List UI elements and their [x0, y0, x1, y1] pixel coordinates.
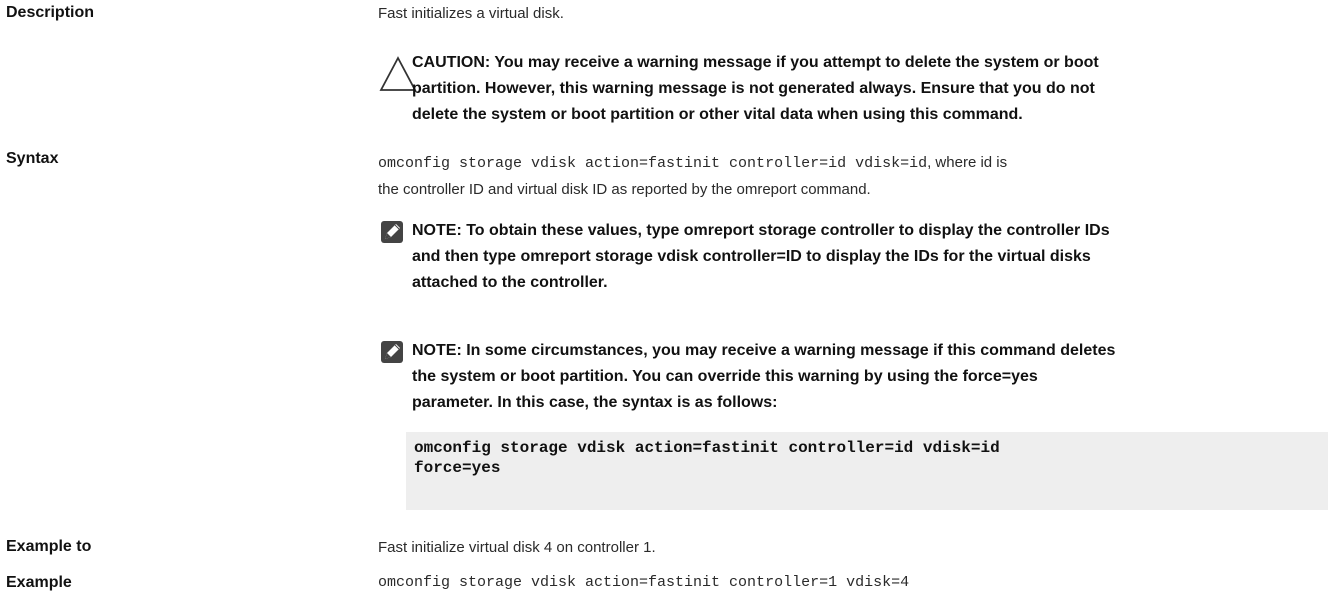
syntax-text-after: , where id is — [927, 154, 1008, 171]
caution-line-3: delete the system or boot partition or o… — [412, 106, 1023, 123]
syntax-text: omconfig storage vdisk action=fastinit c… — [378, 150, 1007, 203]
note-2-line-1: NOTE: In some circumstances, you may rec… — [412, 342, 1116, 359]
syntax-label: Syntax — [6, 150, 59, 167]
description-text: Fast initializes a virtual disk. — [378, 5, 564, 22]
code-line-2: force=yes — [414, 459, 501, 477]
syntax-line-2: the controller ID and virtual disk ID as… — [378, 181, 871, 198]
pencil-note-icon — [381, 221, 403, 243]
note-1: NOTE: To obtain these values, type omrep… — [412, 218, 1332, 296]
syntax-code-block: omconfig storage vdisk action=fastinit c… — [406, 432, 1328, 510]
syntax-line-1: omconfig storage vdisk action=fastinit c… — [378, 150, 1007, 177]
code-line-1: omconfig storage vdisk action=fastinit c… — [414, 439, 1000, 457]
caution-notice: CAUTION: You may receive a warning messa… — [412, 50, 1332, 128]
example-to-label: Example to — [6, 538, 92, 555]
note-1-line-1: NOTE: To obtain these values, type omrep… — [412, 222, 1110, 239]
description-label: Description — [6, 4, 95, 21]
example-to-text: Fast initialize virtual disk 4 on contro… — [378, 539, 656, 556]
note-1-line-2: and then type omreport storage vdisk con… — [412, 248, 1091, 265]
caution-line-2: partition. However, this warning message… — [412, 80, 1095, 97]
syntax-command: omconfig storage vdisk action=fastinit c… — [378, 155, 928, 172]
pencil-note-icon — [381, 341, 403, 363]
note-2-line-2: the system or boot partition. You can ov… — [412, 368, 1038, 385]
note-1-line-3: attached to the controller. — [412, 274, 608, 291]
note-2: NOTE: In some circumstances, you may rec… — [412, 338, 1332, 416]
example-command: omconfig storage vdisk action=fastinit c… — [378, 574, 910, 591]
example-label: Example — [6, 574, 72, 591]
note-2-line-3: parameter. In this case, the syntax is a… — [412, 394, 778, 411]
caution-line-1: CAUTION: You may receive a warning messa… — [412, 54, 1099, 71]
